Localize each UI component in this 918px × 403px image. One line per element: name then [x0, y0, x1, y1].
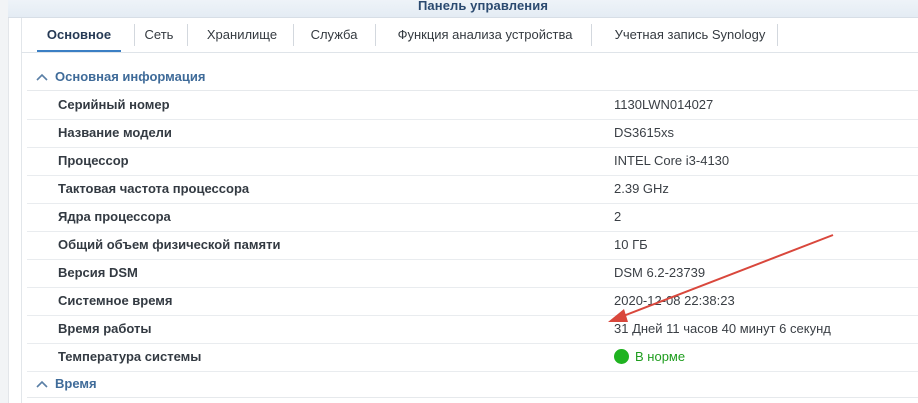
tab-network[interactable]: Сеть [138, 20, 180, 50]
chevron-up-icon[interactable] [35, 65, 49, 91]
info-row: Тактовая частота процессора 2.39 GHz [27, 175, 918, 204]
section-title: Время [55, 376, 97, 391]
info-row: Время работы 31 Дней 11 часов 40 минут 6… [27, 315, 918, 344]
row-value-status: В норме [614, 343, 685, 371]
row-label: Процессор [58, 153, 129, 168]
info-row: Температура системы В норме [27, 343, 918, 372]
row-value: 1130LWN014027 [614, 97, 714, 112]
row-label: Ядра процессора [58, 209, 171, 224]
tab-bar: Основное Сеть Хранилище Служба Функция а… [23, 18, 918, 54]
info-row: Процессор INTEL Core i3-4130 [27, 147, 918, 176]
row-value: 2.39 GHz [614, 181, 669, 196]
tab-service[interactable]: Служба [302, 20, 366, 50]
info-row: Общий объем физической памяти 10 ГБ [27, 231, 918, 260]
section-title: Основная информация [55, 69, 206, 84]
tab-separator [591, 24, 592, 46]
window-header: Панель управления [8, 0, 918, 18]
row-label: Тактовая частота процессора [58, 181, 250, 196]
tab-separator [777, 24, 778, 46]
info-row: Системное время 2020-12-08 22:38:23 [27, 287, 918, 316]
status-ok-icon [614, 348, 629, 364]
section-basic-info-header[interactable]: Основная информация [27, 64, 918, 91]
content-left-border [21, 18, 22, 403]
tab-device-analytics[interactable]: Функция анализа устройства [385, 20, 585, 50]
row-label: Время работы [58, 321, 152, 336]
status-text: В норме [635, 349, 686, 364]
chevron-up-icon[interactable] [35, 372, 49, 398]
tab-separator [375, 24, 376, 46]
row-value: DSM 6.2-23739 [614, 265, 706, 280]
row-label: Название модели [58, 125, 172, 140]
tab-general[interactable]: Основное [31, 20, 127, 52]
tab-storage[interactable]: Хранилище [194, 20, 290, 50]
info-row: Название модели DS3615xs [27, 119, 918, 148]
tab-separator [187, 24, 188, 46]
control-panel-window: Панель управления Основное Сеть Хранилищ… [0, 0, 918, 403]
row-value: 31 Дней 11 часов 40 минут 6 секунд [614, 321, 831, 336]
row-label: Версия DSM [58, 265, 138, 280]
tab-synology-account[interactable]: Учетная запись Synology [599, 20, 781, 50]
left-sidebar-edge [0, 0, 9, 403]
row-label: Системное время [58, 293, 173, 308]
row-value: 2020-12-08 22:38:23 [614, 293, 735, 308]
info-row: Серийный номер 1130LWN014027 [27, 91, 918, 120]
tab-separator [293, 24, 294, 46]
row-label: Общий объем физической памяти [58, 237, 281, 252]
info-row: Версия DSM DSM 6.2-23739 [27, 259, 918, 288]
info-center-content: Основное Сеть Хранилище Служба Функция а… [9, 18, 918, 403]
row-label: Серийный номер [58, 97, 170, 112]
tab-bar-underline [21, 52, 918, 53]
tab-separator [134, 24, 135, 46]
row-value: 10 ГБ [614, 237, 648, 252]
row-value: DS3615xs [614, 125, 674, 140]
row-label: Температура системы [58, 349, 202, 364]
window-title: Панель управления [417, 0, 549, 13]
row-value: INTEL Core i3-4130 [614, 153, 730, 168]
info-row: Ядра процессора 2 [27, 203, 918, 232]
row-value: 2 [614, 209, 622, 224]
section-time-header[interactable]: Время [27, 371, 918, 398]
